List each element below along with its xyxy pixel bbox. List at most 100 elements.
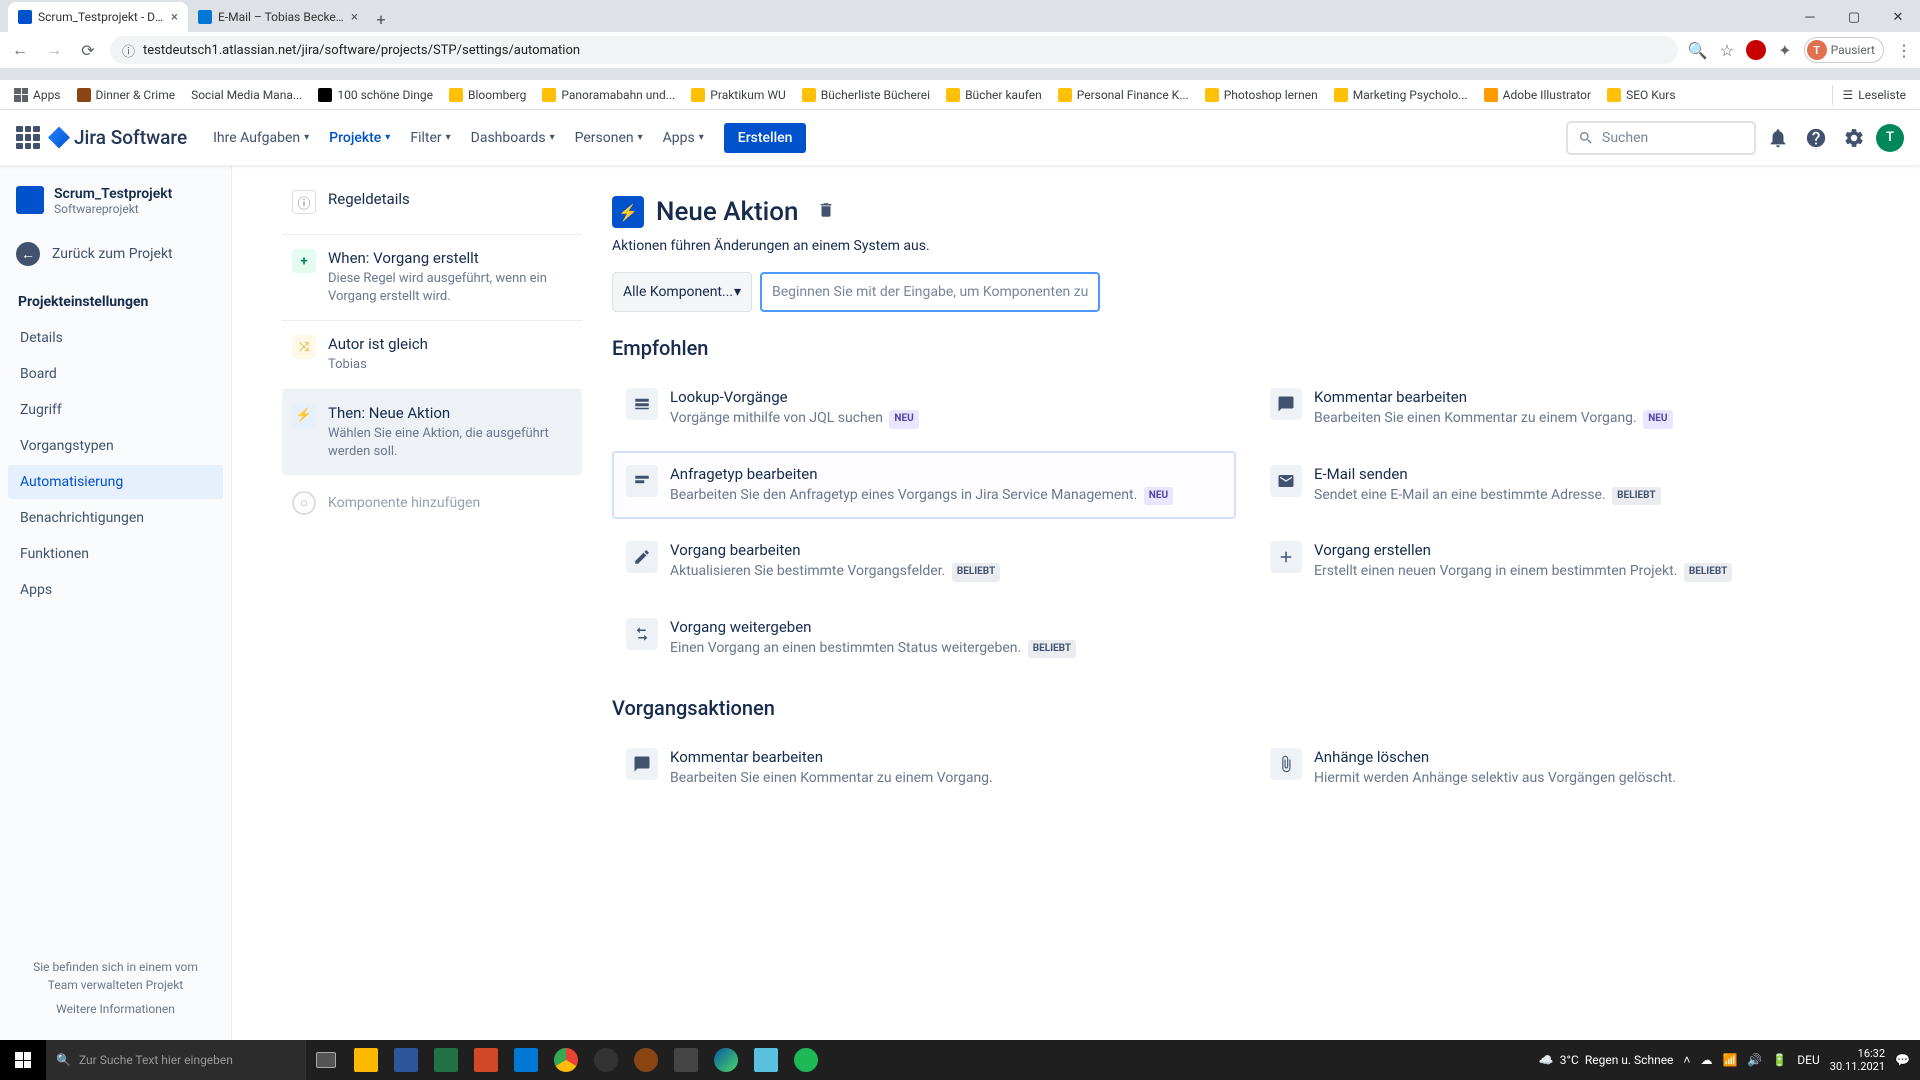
jira-logo[interactable]: Jira Software xyxy=(48,126,187,149)
add-component[interactable]: ○ Komponente hinzufügen xyxy=(282,475,582,531)
nav-dashboards[interactable]: Dashboards▾ xyxy=(463,124,563,152)
delete-icon[interactable] xyxy=(817,201,835,223)
bookmark-item[interactable]: SEO Kurs xyxy=(1601,85,1681,105)
bookmark-item[interactable]: Bloomberg xyxy=(443,85,532,105)
sidebar-item-features[interactable]: Funktionen xyxy=(8,537,223,571)
bookmark-item[interactable]: Personal Finance K... xyxy=(1052,85,1195,105)
rule-details[interactable]: ⓘ Regeldetails xyxy=(282,176,582,235)
powerpoint-icon[interactable] xyxy=(466,1040,506,1080)
new-tab-button[interactable]: + xyxy=(368,6,394,32)
help-icon[interactable] xyxy=(1800,122,1832,154)
action-card-edit-comment-2[interactable]: Kommentar bearbeitenBearbeiten Sie einen… xyxy=(612,734,1236,802)
task-view-icon[interactable] xyxy=(306,1040,346,1080)
edge-icon[interactable] xyxy=(706,1040,746,1080)
bookmark-item[interactable]: Praktikum WU xyxy=(685,85,791,105)
nav-projects[interactable]: Projekte▾ xyxy=(321,124,398,152)
chrome-icon[interactable] xyxy=(546,1040,586,1080)
abp-extension-icon[interactable] xyxy=(1746,40,1766,60)
settings-icon[interactable] xyxy=(1838,122,1870,154)
nav-people[interactable]: Personen▾ xyxy=(567,124,651,152)
user-avatar[interactable]: T xyxy=(1876,124,1904,152)
system-tray[interactable]: ˄ ☁ 📶 🔊 🔋 DEU xyxy=(1683,1053,1819,1067)
spotify-icon[interactable] xyxy=(786,1040,826,1080)
close-icon[interactable]: × xyxy=(351,10,358,25)
sidebar-item-access[interactable]: Zugriff xyxy=(8,393,223,427)
app-icon[interactable] xyxy=(626,1040,666,1080)
rule-step-then[interactable]: ⚡ Then: Neue Aktion Wählen Sie eine Akti… xyxy=(282,390,582,475)
notifications-icon[interactable]: 💬 xyxy=(1895,1053,1910,1067)
action-card-transition-issue[interactable]: Vorgang weitergebenEinen Vorgang an eine… xyxy=(612,604,1236,673)
search-input[interactable]: Suchen xyxy=(1566,121,1756,155)
rule-step-condition[interactable]: ⤨ Autor ist gleich Tobias xyxy=(282,321,582,389)
lang-indicator[interactable]: DEU xyxy=(1797,1053,1819,1067)
app-switcher-icon[interactable] xyxy=(16,126,40,150)
sidebar-item-issue-types[interactable]: Vorgangstypen xyxy=(8,429,223,463)
bookmark-item[interactable]: Adobe Illustrator xyxy=(1478,85,1597,105)
bookmark-item[interactable]: Marketing Psycholo... xyxy=(1328,85,1474,105)
battery-icon[interactable]: 🔋 xyxy=(1772,1053,1787,1067)
close-window-button[interactable]: ✕ xyxy=(1876,2,1920,32)
sidebar-item-automation[interactable]: Automatisierung xyxy=(8,465,223,499)
browser-tab-active[interactable]: Scrum_Testprojekt - Details - Jira × xyxy=(8,2,188,32)
create-button[interactable]: Erstellen xyxy=(724,123,807,153)
close-icon[interactable]: × xyxy=(171,10,178,25)
action-card-create-issue[interactable]: Vorgang erstellenErstellt einen neuen Vo… xyxy=(1256,527,1880,596)
excel-icon[interactable] xyxy=(426,1040,466,1080)
sidebar-item-details[interactable]: Details xyxy=(8,321,223,355)
site-info-icon[interactable]: ⓘ xyxy=(122,41,135,60)
onedrive-icon[interactable]: ☁ xyxy=(1700,1053,1712,1067)
action-card-edit-request-type[interactable]: Anfragetyp bearbeitenBearbeiten Sie den … xyxy=(612,451,1236,520)
wifi-icon[interactable]: 📶 xyxy=(1722,1053,1737,1067)
action-card-delete-attachments[interactable]: Anhänge löschenHiermit werden Anhänge se… xyxy=(1256,734,1880,802)
rule-step-when[interactable]: + When: Vorgang erstellt Diese Regel wir… xyxy=(282,235,582,321)
footer-link[interactable]: Weitere Informationen xyxy=(18,1000,213,1018)
start-button[interactable] xyxy=(0,1040,46,1080)
back-button[interactable]: ← xyxy=(8,38,32,62)
project-header[interactable]: Scrum_Testprojekt Softwareprojekt xyxy=(8,186,223,232)
sidebar-item-apps[interactable]: Apps xyxy=(8,573,223,607)
component-filter-input[interactable] xyxy=(760,272,1100,312)
zoom-icon[interactable]: 🔍 xyxy=(1688,41,1708,60)
clock[interactable]: 16:32 30.11.2021 xyxy=(1830,1047,1885,1073)
maximize-button[interactable]: ▢ xyxy=(1832,2,1876,32)
notepad-icon[interactable] xyxy=(746,1040,786,1080)
action-card-send-email[interactable]: E-Mail sendenSendet eine E-Mail an eine … xyxy=(1256,451,1880,520)
reload-button[interactable]: ⟳ xyxy=(76,38,100,62)
word-icon[interactable] xyxy=(386,1040,426,1080)
explorer-icon[interactable] xyxy=(346,1040,386,1080)
sidebar-item-board[interactable]: Board xyxy=(8,357,223,391)
bookmark-item[interactable]: Social Media Mana... xyxy=(185,85,308,105)
nav-filters[interactable]: Filter▾ xyxy=(402,124,458,152)
chevron-up-icon[interactable]: ˄ xyxy=(1683,1053,1690,1067)
bookmark-item[interactable]: Bücherliste Bücherei xyxy=(796,85,936,105)
profile-chip[interactable]: T Pausiert xyxy=(1804,37,1884,63)
apps-bookmark[interactable]: Apps xyxy=(8,85,67,105)
notifications-icon[interactable] xyxy=(1762,122,1794,154)
back-to-project[interactable]: ← Zurück zum Projekt xyxy=(8,232,223,276)
action-card-edit-comment[interactable]: Kommentar bearbeitenBearbeiten Sie einen… xyxy=(1256,374,1880,443)
component-select[interactable]: Alle Komponent... ▾ xyxy=(612,272,752,312)
extensions-icon[interactable]: ✦ xyxy=(1778,41,1791,60)
nav-apps[interactable]: Apps▾ xyxy=(655,124,712,152)
mail-icon[interactable] xyxy=(506,1040,546,1080)
forward-button[interactable]: → xyxy=(42,38,66,62)
nav-your-work[interactable]: Ihre Aufgaben▾ xyxy=(205,124,317,152)
app-icon[interactable] xyxy=(666,1040,706,1080)
action-card-lookup[interactable]: Lookup-VorgängeVorgänge mithilfe von JQL… xyxy=(612,374,1236,443)
bookmark-item[interactable]: Panoramabahn und... xyxy=(536,85,681,105)
bookmark-item[interactable]: Photoshop lernen xyxy=(1199,85,1324,105)
obs-icon[interactable] xyxy=(586,1040,626,1080)
minimize-button[interactable]: ─ xyxy=(1788,2,1832,32)
weather-widget[interactable]: ☁️ 3°C Regen u. Schnee xyxy=(1539,1053,1674,1067)
bookmark-star-icon[interactable]: ☆ xyxy=(1720,41,1734,60)
reading-list[interactable]: ☰Leseliste xyxy=(1832,85,1912,105)
bookmark-item[interactable]: Dinner & Crime xyxy=(71,85,182,105)
url-field[interactable]: ⓘ testdeutsch1.atlassian.net/jira/softwa… xyxy=(110,36,1678,64)
action-card-edit-issue[interactable]: Vorgang bearbeitenAktualisieren Sie best… xyxy=(612,527,1236,596)
bookmark-item[interactable]: Bücher kaufen xyxy=(940,85,1048,105)
browser-tab[interactable]: E-Mail – Tobias Becker – Outlook × xyxy=(188,2,368,32)
menu-icon[interactable]: ⋮ xyxy=(1896,41,1912,60)
taskbar-search[interactable]: 🔍 Zur Suche Text hier eingeben xyxy=(46,1040,306,1080)
volume-icon[interactable]: 🔊 xyxy=(1747,1053,1762,1067)
sidebar-item-notifications[interactable]: Benachrichtigungen xyxy=(8,501,223,535)
